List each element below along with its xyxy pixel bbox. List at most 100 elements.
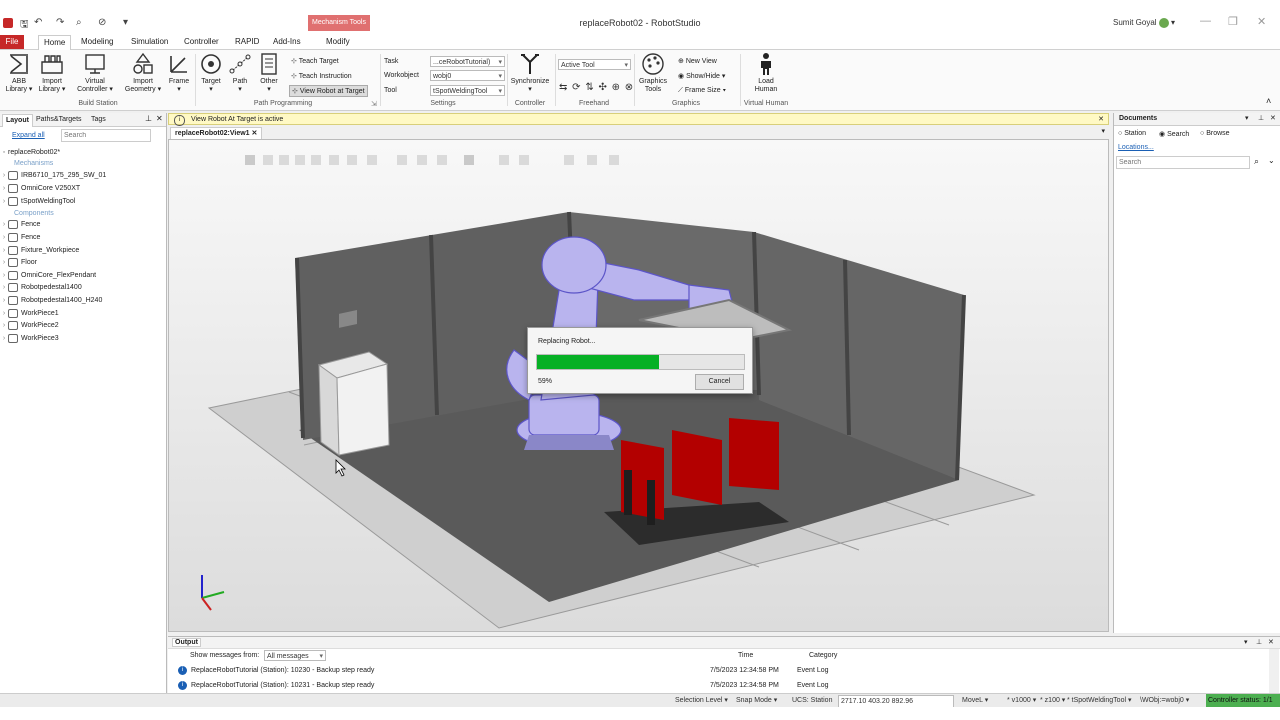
output-scrollbar[interactable] — [1269, 649, 1279, 693]
synchronize-button[interactable]: Synchronize ▾ — [508, 52, 552, 94]
ribbon-collapse-icon[interactable]: ˄ — [1266, 96, 1271, 106]
tree-item-component[interactable]: › Fence — [0, 232, 40, 244]
expand-all-link[interactable]: Expand all — [12, 132, 45, 139]
tree-item-component[interactable]: › OmniCore_FlexPendant — [0, 270, 96, 282]
tree-item-component[interactable]: › Fence — [0, 219, 40, 231]
move-instruction-menu[interactable]: MoveL ▾ — [962, 694, 988, 708]
user-name[interactable]: Sumit Goyal ▾ — [1113, 18, 1175, 28]
pin-icon[interactable]: ⊥ — [1258, 114, 1264, 122]
ribbon: ABB Library ▾ Import Library ▾ Virtual C… — [0, 50, 1280, 111]
tool-select[interactable]: tSpotWeldingTool — [430, 85, 505, 97]
tab-list-arrow-icon[interactable]: ▾ — [1101, 127, 1105, 135]
virtual-controller-label: Virtual Controller — [77, 78, 108, 93]
abb-library-button[interactable]: ABB Library ▾ — [4, 52, 34, 94]
panel-dropdown-icon[interactable]: ▾ — [1245, 114, 1249, 122]
freehand-tools[interactable]: ⇆ ⟳ ⇅ ✣ ⊕ ⊗ — [559, 82, 634, 93]
browse-radio[interactable]: ○ Browse — [1200, 130, 1230, 137]
table-row[interactable]: i ReplaceRobotTutorial (Station): 10230 … — [168, 664, 1268, 678]
tree-item-mechanism[interactable]: › OmniCore V250XT — [0, 183, 80, 195]
column-time[interactable]: Time — [738, 652, 753, 659]
cancel-button[interactable]: Cancel — [695, 374, 744, 390]
tree-item-component[interactable]: › Robotpedestal1400 — [0, 282, 82, 294]
import-geometry-button[interactable]: Import Geometry ▾ — [124, 52, 162, 94]
teach-target-button[interactable]: ⊹ Teach Target — [291, 57, 339, 65]
tab-tags[interactable]: Tags — [88, 114, 109, 126]
documents-search-input[interactable] — [1116, 156, 1250, 169]
close-panel-icon[interactable]: ✕ — [1268, 638, 1274, 646]
dialog-launcher-icon[interactable]: ⇲ — [371, 100, 377, 108]
minimize-icon[interactable]: — — [1200, 15, 1211, 27]
tree-item-component[interactable]: › WorkPiece2 — [0, 320, 59, 332]
other-icon — [261, 53, 277, 75]
frame-size-button[interactable]: ⟋ Frame Size ▾ — [678, 87, 726, 95]
close-view-icon[interactable]: ✕ — [252, 130, 258, 137]
speed-menu[interactable]: * v1000 ▾ — [1007, 694, 1036, 708]
controller-status-badge[interactable]: Controller status: 1/1 — [1206, 694, 1280, 708]
load-human-button[interactable]: Load Human — [748, 52, 784, 94]
message-filter-select[interactable]: All messages — [264, 650, 326, 662]
tool-menu[interactable]: * tSpotWeldingTool ▾ — [1067, 694, 1132, 708]
search-radio[interactable]: ◉ Search — [1159, 130, 1189, 138]
locations-link[interactable]: Locations... — [1118, 144, 1154, 151]
tree-item-component[interactable]: › Floor — [0, 257, 37, 269]
show-hide-button[interactable]: ◉ Show/Hide ▾ — [678, 72, 725, 80]
maximize-icon[interactable]: ❐ — [1228, 15, 1238, 28]
task-select[interactable]: ...ceRobotTutorial) — [430, 56, 505, 68]
close-info-icon[interactable]: ✕ — [1098, 114, 1104, 125]
tab-file[interactable]: File — [0, 35, 24, 49]
part-icon — [8, 270, 18, 280]
filter-label: Show messages from: — [190, 652, 260, 659]
tab-simulation[interactable]: Simulation — [126, 35, 173, 49]
close-panel-icon[interactable]: ✕ — [1270, 114, 1276, 122]
tree-search-input[interactable] — [61, 129, 151, 142]
palette-icon — [642, 53, 664, 75]
workobject-select[interactable]: wobj0 — [430, 70, 505, 82]
tab-paths-targets[interactable]: Paths&Targets — [33, 114, 85, 126]
replacing-robot-dialog: Replacing Robot... 59% Cancel — [527, 327, 753, 394]
tree-item-component[interactable]: › Robotpedestal1400_H240 — [0, 295, 102, 307]
table-row[interactable]: i ReplaceRobotTutorial (Station): 10231 … — [168, 679, 1268, 693]
virtual-controller-button[interactable]: Virtual Controller ▾ — [74, 52, 116, 94]
tab-home[interactable]: Home — [38, 35, 72, 50]
virtual-human-group-label: Virtual Human — [743, 100, 789, 107]
tab-rapid[interactable]: RAPID — [230, 35, 264, 49]
freehand-mode-select[interactable]: Active Tool — [558, 59, 631, 71]
close-icon[interactable]: ✕ — [1257, 15, 1266, 28]
panel-dropdown-icon[interactable]: ▾ — [1244, 638, 1248, 646]
graphics-tools-button[interactable]: Graphics Tools — [636, 52, 670, 94]
tree-item-label: Robotpedestal1400 — [21, 284, 82, 291]
close-panel-icon[interactable]: ✕ — [156, 114, 163, 123]
tree-item-component[interactable]: › Fixture_Workpiece — [0, 245, 79, 257]
station-radio[interactable]: ○ Station — [1118, 130, 1146, 137]
import-library-button[interactable]: Import Library ▾ — [37, 52, 67, 94]
dialog-title: Replacing Robot... — [538, 338, 596, 345]
search-icon[interactable]: ⌕ — [1254, 156, 1259, 167]
tree-item-mechanism[interactable]: › IRB6710_175_295_SW_01 — [0, 170, 106, 182]
selection-level-menu[interactable]: Selection Level ▾ — [675, 694, 728, 708]
frame-button[interactable]: Frame ▾ — [166, 52, 192, 94]
tab-layout[interactable]: Layout — [2, 114, 33, 127]
station-root[interactable]: ▫ replaceRobot02* — [0, 147, 60, 159]
pin-icon[interactable]: ⊥ — [1256, 638, 1262, 646]
column-category[interactable]: Category — [809, 652, 837, 659]
view-robot-at-target-button[interactable]: ⊹ View Robot at Target — [289, 85, 368, 97]
tab-add-ins[interactable]: Add-Ins — [268, 35, 306, 49]
ribbon-separator — [195, 54, 196, 106]
snap-mode-menu[interactable]: Snap Mode ▾ — [736, 694, 777, 708]
zone-menu[interactable]: * z100 ▾ — [1040, 694, 1065, 708]
other-button[interactable]: Other ▾ — [256, 52, 282, 94]
teach-instruction-button[interactable]: ⊹ Teach Instruction — [291, 72, 352, 80]
tree-item-component[interactable]: › WorkPiece1 — [0, 308, 59, 320]
new-view-button[interactable]: ⊕ New View — [678, 57, 717, 65]
target-button[interactable]: Target ▾ — [198, 52, 224, 94]
path-button[interactable]: Path ▾ — [227, 52, 253, 94]
tree-item-component[interactable]: › WorkPiece3 — [0, 333, 59, 345]
tab-controller[interactable]: Controller — [179, 35, 224, 49]
tab-modify[interactable]: Modify — [321, 35, 355, 49]
wobj-menu[interactable]: \WObj:=wobj0 ▾ — [1140, 694, 1189, 708]
tree-item-mechanism[interactable]: › tSpotWeldingTool — [0, 196, 75, 208]
tab-modeling[interactable]: Modeling — [76, 35, 118, 49]
avatar — [1158, 18, 1169, 28]
pin-icon[interactable]: ⊥ — [145, 114, 152, 123]
chevron-down-icon[interactable]: ⌄ — [1268, 156, 1275, 165]
